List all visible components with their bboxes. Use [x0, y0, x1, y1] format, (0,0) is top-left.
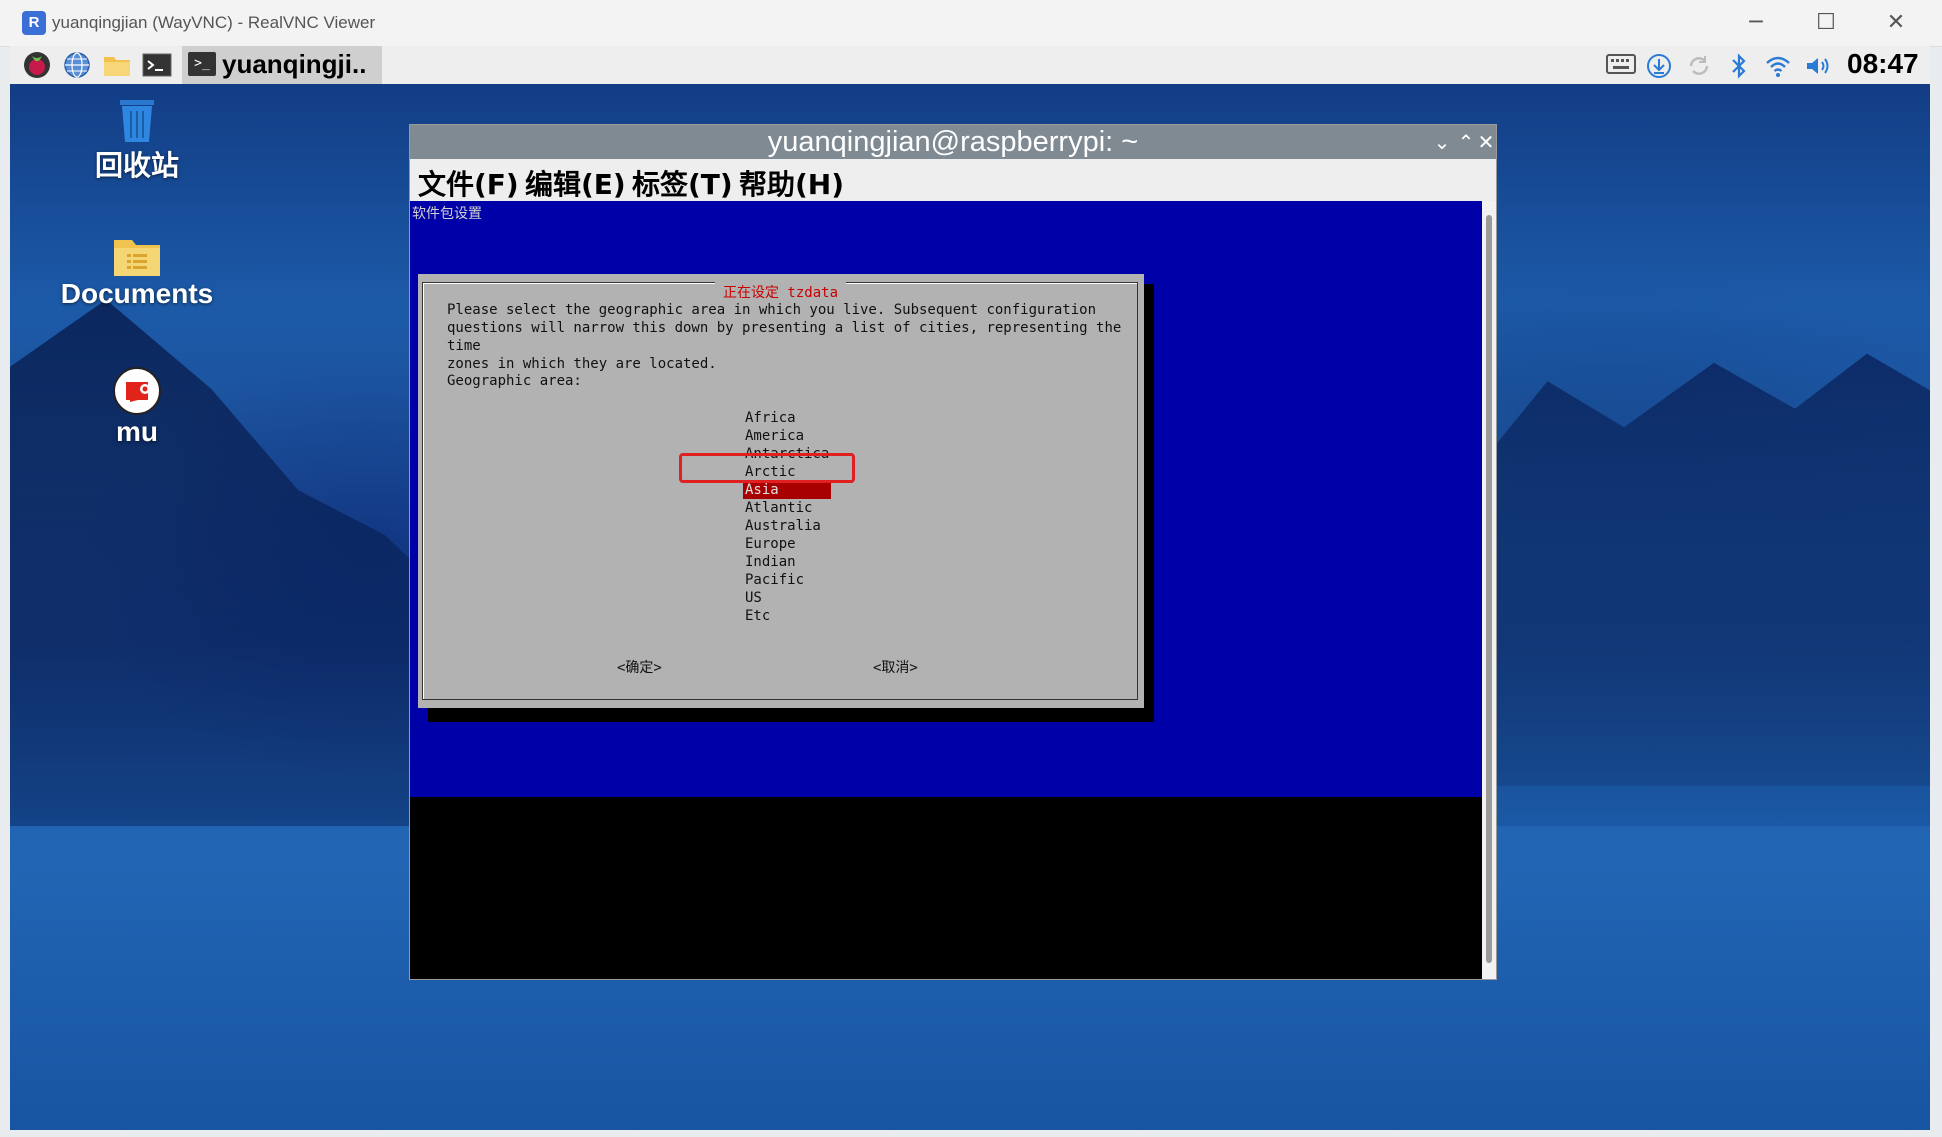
- viewer-titlebar: R yuanqingjian (WayVNC) - RealVNC Viewer…: [0, 0, 1942, 47]
- desktop-item-documents[interactable]: Documents: [57, 234, 217, 310]
- menu-help[interactable]: 帮助(H): [739, 163, 844, 203]
- list-item-selected[interactable]: Asia: [743, 481, 831, 499]
- dialog-description: Please select the geographic area in whi…: [447, 302, 1122, 372]
- bluetooth-icon[interactable]: [1726, 53, 1752, 79]
- package-config-header: 软件包设置: [412, 206, 482, 222]
- globe-icon[interactable]: [62, 50, 92, 80]
- ok-button[interactable]: <确定>: [617, 657, 662, 677]
- tzdata-dialog: 正在设定 tzdata Please select the geographic…: [418, 274, 1144, 708]
- raspberry-menu-icon[interactable]: [22, 50, 52, 80]
- list-item[interactable]: Pacific: [743, 571, 831, 589]
- folder-icon: [112, 234, 162, 278]
- close-button[interactable]: ✕: [1866, 6, 1926, 40]
- trash-icon: [112, 98, 162, 144]
- list-item[interactable]: Etc: [743, 607, 831, 625]
- list-item[interactable]: Australia: [743, 517, 831, 535]
- dialog-title: 正在设定 tzdata: [715, 282, 847, 302]
- minimize-button[interactable]: ─: [1726, 6, 1786, 40]
- cancel-button[interactable]: <取消>: [873, 657, 918, 677]
- desktop-item-label: 回收站: [94, 150, 179, 181]
- scrollbar-thumb[interactable]: [1486, 215, 1492, 963]
- clock[interactable]: 08:47: [1847, 48, 1919, 80]
- debconf-screen: 软件包设置 正在设定 tzdata Please select the geog…: [410, 201, 1482, 797]
- list-item[interactable]: Indian: [743, 553, 831, 571]
- terminal-window: yuanqingjian@raspberrypi: ~ ⌄ ⌃ ✕ 文件(F) …: [409, 124, 1497, 980]
- taskbar: >_ yuanqingji.. 08:47: [10, 46, 1930, 84]
- terminal-menubar: 文件(F) 编辑(E) 标签(T) 帮助(H): [410, 159, 1496, 201]
- folder-icon[interactable]: [102, 50, 132, 80]
- keyboard-icon[interactable]: [1606, 53, 1636, 79]
- terminal-content[interactable]: 软件包设置 正在设定 tzdata Please select the geog…: [410, 201, 1482, 979]
- taskbar-task-terminal[interactable]: >_ yuanqingji..: [182, 46, 382, 84]
- wallpaper-mountain: [1480, 353, 1930, 786]
- remote-desktop: >_ yuanqingji.. 08:47 回收站 Documents mu y…: [10, 46, 1930, 1130]
- menu-tabs[interactable]: 标签(T): [632, 163, 733, 203]
- maximize-button[interactable]: ☐: [1796, 6, 1856, 40]
- terminal-icon: >_: [188, 52, 216, 76]
- desktop-item-label: mu: [116, 416, 158, 447]
- desktop-item-trash[interactable]: 回收站: [57, 98, 217, 184]
- close-icon[interactable]: ✕: [1474, 128, 1498, 156]
- list-item[interactable]: Europe: [743, 535, 831, 553]
- dialog-border: 正在设定 tzdata Please select the geographic…: [422, 282, 1138, 700]
- desktop-item-label: Documents: [60, 278, 214, 309]
- terminal-title: yuanqingjian@raspberrypi: ~: [767, 126, 1139, 158]
- annotation-highlight-box: [679, 453, 855, 483]
- geographic-area-label: Geographic area:: [447, 373, 582, 389]
- download-icon[interactable]: [1646, 53, 1672, 79]
- menu-edit[interactable]: 编辑(E): [525, 163, 626, 203]
- viewer-title: yuanqingjian (WayVNC) - RealVNC Viewer: [52, 13, 376, 32]
- sync-icon[interactable]: [1686, 53, 1712, 79]
- list-item[interactable]: Africa: [743, 409, 831, 427]
- list-item[interactable]: Atlantic: [743, 499, 831, 517]
- chevron-down-icon[interactable]: ⌄: [1430, 128, 1454, 156]
- list-item[interactable]: America: [743, 427, 831, 445]
- terminal-titlebar[interactable]: yuanqingjian@raspberrypi: ~ ⌄ ⌃ ✕: [410, 125, 1496, 159]
- realvnc-logo-icon: R: [22, 11, 46, 35]
- volume-icon[interactable]: [1804, 53, 1830, 79]
- mu-icon: [112, 366, 162, 416]
- wifi-icon[interactable]: [1764, 53, 1790, 79]
- list-item[interactable]: US: [743, 589, 831, 607]
- terminal-icon[interactable]: [142, 50, 172, 80]
- desktop-item-mu[interactable]: mu: [57, 366, 217, 448]
- taskbar-task-label: yuanqingji..: [222, 49, 367, 79]
- menu-file[interactable]: 文件(F): [418, 163, 519, 203]
- terminal-scrollbar[interactable]: [1482, 201, 1496, 979]
- geographic-area-list: Africa America Antarctica Arctic Asia At…: [743, 409, 831, 625]
